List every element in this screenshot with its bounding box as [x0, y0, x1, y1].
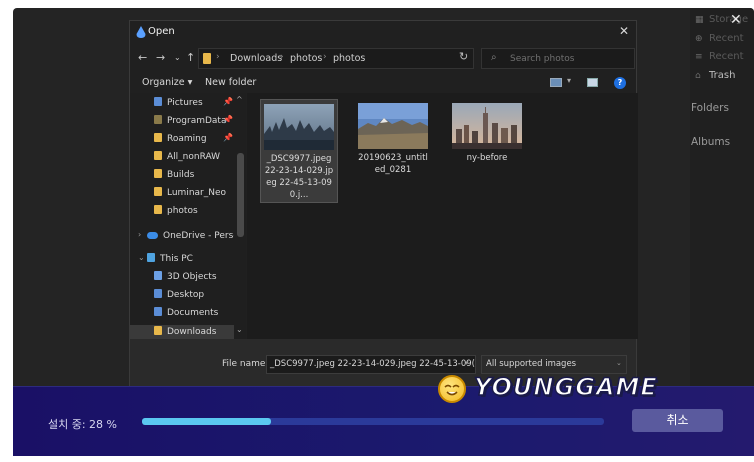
- install-status-label: 설치 중: 28 %: [48, 418, 118, 431]
- address-bar[interactable]: › Downloads › photos › photos ⌄: [198, 48, 510, 69]
- folder-icon: [154, 115, 162, 124]
- file-item-dsc9977[interactable]: _DSC9977.jpeg 22-23-14-029.jpeg 22-45-13…: [260, 99, 338, 203]
- navigation-pane: Pictures 📌 ProgramData 📌 Roaming 📌 All_n…: [130, 93, 246, 339]
- nav-item-luminar-neo[interactable]: Luminar_Neo: [154, 186, 226, 200]
- smiley-face-icon: [438, 375, 466, 403]
- app-close-icon[interactable]: ✕: [730, 12, 742, 28]
- pin-icon: 📌: [223, 97, 233, 106]
- up-arrow-icon[interactable]: ↑: [186, 51, 195, 64]
- photo-thumbnail: [452, 103, 522, 149]
- watermark-text: YOUNGGAME: [473, 372, 658, 402]
- breadcrumb-chevron-icon: ›: [323, 52, 327, 62]
- progress-bar-fill: [142, 418, 272, 425]
- dialog-close-icon[interactable]: ✕: [619, 24, 629, 38]
- documents-icon: [154, 307, 162, 316]
- breadcrumb-chevron-icon: ›: [216, 52, 220, 62]
- app-sidebar: [690, 8, 754, 388]
- nav-item-programdata[interactable]: ProgramData: [154, 114, 226, 128]
- recent-locations-chevron-icon[interactable]: ⌄: [174, 53, 181, 62]
- nav-item-builds[interactable]: Builds: [154, 168, 194, 182]
- albums-heading[interactable]: Albums: [691, 136, 730, 148]
- breadcrumb-photos[interactable]: photos: [290, 53, 322, 64]
- forward-arrow-icon[interactable]: →: [156, 51, 165, 64]
- file-name: ny-before: [466, 153, 508, 163]
- nav-item-3d-objects[interactable]: 3D Objects: [154, 270, 217, 284]
- command-bar: Organize ▾ New folder ▾ ?: [130, 72, 636, 94]
- nav-item-all-nonraw[interactable]: All_nonRAW: [154, 150, 220, 164]
- dialog-titlebar: Open ✕: [130, 21, 636, 44]
- search-icon: ⌕: [491, 52, 497, 63]
- file-name-dropdown-icon[interactable]: ▾: [465, 359, 469, 367]
- folder-icon: [154, 151, 162, 160]
- breadcrumb-downloads[interactable]: Downloads: [230, 53, 282, 64]
- collapse-chevron-icon[interactable]: ⌄: [138, 253, 145, 262]
- photo-thumbnail: [264, 104, 334, 150]
- scrollbar-thumb[interactable]: [237, 153, 244, 237]
- search-placeholder: Search photos: [510, 54, 575, 64]
- scroll-down-icon[interactable]: ⌄: [236, 325, 243, 334]
- filter-icon: ≡: [695, 52, 703, 62]
- recent-icon: ⊕: [695, 34, 703, 44]
- folders-heading[interactable]: Folders: [691, 102, 729, 114]
- breadcrumb-chevron-icon: ›: [280, 52, 284, 62]
- file-list: _DSC9977.jpeg 22-23-14-029.jpeg 22-45-13…: [247, 93, 638, 339]
- file-name: _DSC9977.jpeg 22-23-14-029.jpeg 22-45-13…: [264, 154, 334, 200]
- back-arrow-icon[interactable]: ←: [138, 51, 147, 64]
- new-folder-button[interactable]: New folder: [205, 77, 256, 88]
- sidebar-item-trash[interactable]: ⌂ Trash: [695, 70, 735, 81]
- folder-icon: [154, 205, 162, 214]
- expand-chevron-icon[interactable]: ›: [138, 230, 141, 239]
- view-dropdown-icon[interactable]: ▾: [567, 76, 571, 85]
- help-icon[interactable]: ?: [614, 77, 626, 89]
- pin-icon: 📌: [223, 115, 233, 124]
- open-dialog: Open ✕ ← → ⌄ ↑ › Downloads › photos › ph…: [129, 20, 638, 387]
- breadcrumb-photos-2[interactable]: photos: [333, 53, 365, 64]
- computer-icon: [147, 253, 155, 262]
- scroll-up-icon[interactable]: ^: [236, 95, 243, 104]
- sidebar-item-recent[interactable]: ⊕ Recent: [695, 33, 744, 44]
- watermark-logo: YOUNGGAME: [436, 372, 736, 406]
- nav-item-documents[interactable]: Documents: [154, 306, 218, 320]
- nav-item-onedrive[interactable]: OneDrive - Person: [147, 229, 245, 243]
- nav-item-pictures[interactable]: Pictures: [154, 96, 203, 110]
- nav-item-downloads[interactable]: Downloads: [154, 325, 216, 339]
- sidebar-item-recent-2[interactable]: ≡ Recent: [695, 51, 744, 62]
- dialog-title: Open: [148, 26, 175, 37]
- file-name-label: File name:: [222, 359, 269, 369]
- nav-scrollbar[interactable]: ^ ⌄: [234, 93, 246, 339]
- nav-item-photos[interactable]: photos: [154, 204, 198, 218]
- folder-icon: [154, 133, 162, 142]
- folder-icon: [203, 53, 211, 64]
- luminar-app-icon: [136, 26, 146, 38]
- nav-item-roaming[interactable]: Roaming: [154, 132, 207, 146]
- trash-icon: ⌂: [695, 71, 701, 81]
- view-options-icon[interactable]: [550, 78, 562, 87]
- storage-icon: ▦: [695, 15, 704, 25]
- preview-pane-icon[interactable]: [587, 78, 598, 87]
- photo-thumbnail: [358, 103, 428, 149]
- file-item-ny-before[interactable]: ny-before: [448, 99, 526, 169]
- search-input[interactable]: ⌕ Search photos: [481, 48, 635, 69]
- file-name: 20190623_untitled_0281: [358, 153, 428, 175]
- downloads-folder-icon: [154, 326, 162, 335]
- onedrive-cloud-icon: [147, 232, 158, 239]
- organize-button[interactable]: Organize ▾: [142, 77, 192, 88]
- screen: ▦ Storage ⊕ Recent ≡ Recent ⌂ Trash Folders …: [0, 0, 754, 462]
- file-item-20190623[interactable]: 20190623_untitled_0281: [354, 99, 432, 179]
- nav-item-this-pc[interactable]: This PC: [147, 252, 193, 266]
- cancel-button[interactable]: 취소: [632, 409, 723, 432]
- nav-item-desktop[interactable]: Desktop: [154, 288, 204, 302]
- folder-icon: [154, 187, 162, 196]
- refresh-icon[interactable]: ↻: [459, 50, 468, 63]
- pictures-folder-icon: [154, 97, 162, 106]
- filter-dropdown-icon[interactable]: ⌄: [616, 359, 622, 367]
- folder-icon: [154, 169, 162, 178]
- progress-bar: [142, 418, 604, 425]
- desktop-icon: [154, 289, 162, 298]
- 3d-objects-icon: [154, 271, 162, 280]
- pin-icon: 📌: [223, 133, 233, 142]
